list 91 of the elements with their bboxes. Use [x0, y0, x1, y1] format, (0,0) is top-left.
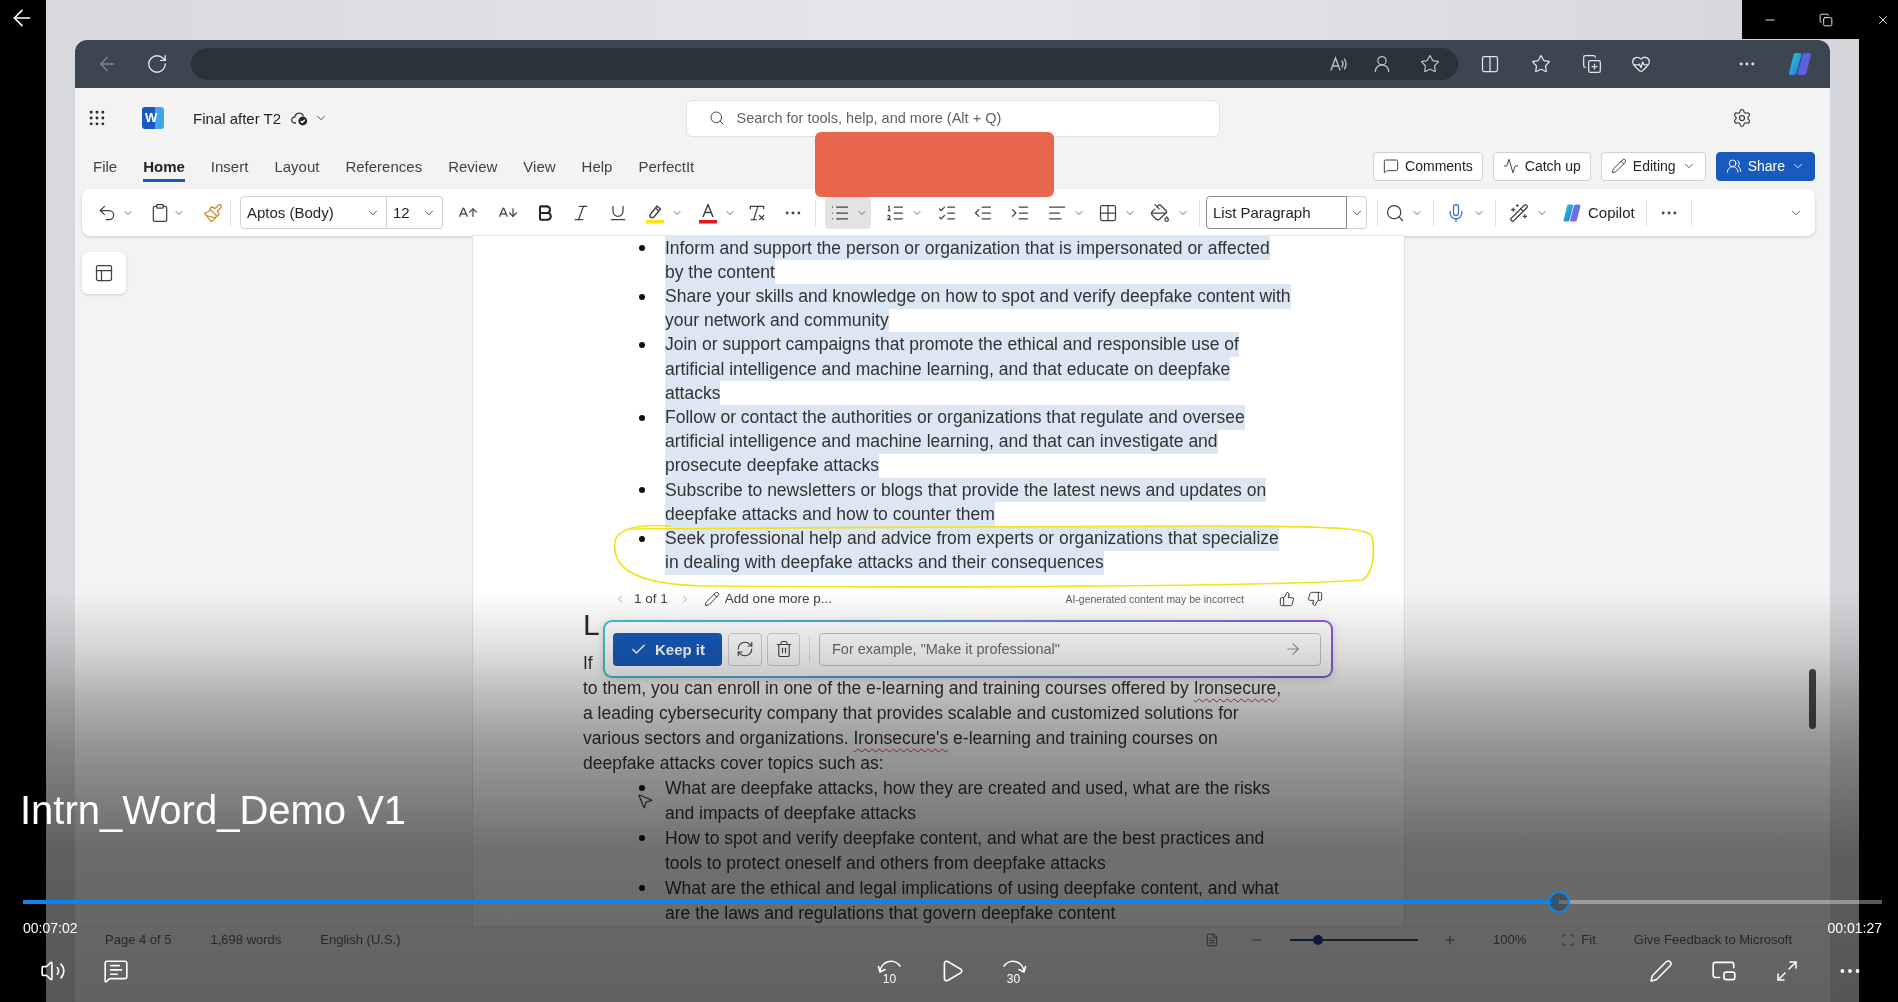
ribbon-tab[interactable]: Home — [143, 150, 185, 182]
cloud-check-icon[interactable] — [291, 110, 309, 126]
trash-icon[interactable] — [774, 640, 793, 658]
prompt-input-field[interactable]: For example, "Make it professional" — [819, 632, 1321, 666]
ribbon-tab[interactable]: View — [523, 150, 556, 182]
list-item-text: Seek professional help and advice from experts or organizations that specialize in dealing with deepfake attacks and their consequences — [665, 526, 1279, 575]
bullet-icon — [639, 535, 645, 542]
paint-bucket-icon[interactable] — [1150, 202, 1170, 223]
settings-icon[interactable] — [1732, 108, 1752, 128]
bullet-icon — [639, 885, 645, 892]
heart-pulse-icon[interactable] — [1631, 54, 1651, 74]
keep-it-button[interactable]: Keep it — [613, 632, 722, 666]
ribbon-tab[interactable]: PerfectIt — [638, 150, 695, 182]
list-item-text: Inform and support the person or organization that is impersonated or affected by the content — [665, 236, 1270, 285]
list-item-text: Follow or contact the authorities or organizations that regulate and oversee artificial intelligence and machine learning, and that can investigate and prosecute deepfake attacks — [665, 405, 1245, 479]
person-icon[interactable] — [1372, 54, 1392, 74]
bullet-icon — [639, 487, 645, 494]
split-screen-icon[interactable] — [1480, 54, 1500, 74]
ribbon-tab[interactable]: Layout — [274, 150, 320, 182]
paragraph-text: to them, you can enroll in one of the e-learning and training courses offered by Ironsecure, a leading cybersecurity company that provides scalable and customized solutions for various sectors and organizations. Ironsecure's e-learning and training courses on deepfake attacks cover topics such as: — [583, 676, 1282, 775]
ribbon-tab[interactable]: Insert — [210, 150, 249, 182]
restore-icon[interactable] — [1819, 12, 1833, 27]
skip-forward-button[interactable]: 30 — [999, 956, 1028, 986]
stacked-squares-plus-icon[interactable] — [1582, 54, 1602, 74]
comments-button[interactable]: Comments — [1373, 151, 1483, 181]
pager-text: 1 of 1 — [634, 591, 668, 607]
editing-button[interactable]: Editing — [1600, 151, 1706, 181]
regenerate-button[interactable] — [728, 632, 762, 666]
fullscreen-icon[interactable] — [1775, 959, 1799, 983]
app-launcher-icon[interactable] — [87, 108, 107, 128]
mouse-pointer-icon — [636, 792, 654, 810]
bullet-icon — [639, 785, 645, 792]
thumbs-up-icon[interactable] — [1279, 590, 1295, 607]
thumbs-down-icon[interactable] — [1307, 590, 1323, 607]
copilot-icon[interactable] — [1562, 202, 1582, 223]
skip-back-button[interactable]: 10 — [875, 956, 904, 986]
bullet-icon — [639, 293, 645, 300]
bullet-icon — [639, 835, 645, 842]
ribbon-tab[interactable]: Help — [581, 150, 613, 182]
ribbon-tab[interactable]: Review — [448, 150, 498, 182]
pen-icon[interactable] — [1649, 959, 1673, 983]
disclaimer-text: AI-generated content may be incorrect — [1065, 592, 1244, 605]
list-item-text: How to spot and verify deepfake content, and what are the best practices and tools to protect oneself and others from deepfake attacks — [665, 826, 1265, 875]
bullet-list-button[interactable] — [825, 196, 871, 229]
star-icon[interactable] — [1420, 54, 1440, 74]
remaining-time-text: 00:01:27 — [1827, 919, 1882, 937]
font-size-select[interactable]: 12 — [387, 196, 443, 229]
bullet-icon — [639, 245, 645, 252]
refresh-icon[interactable] — [146, 53, 168, 75]
speech-bubble-icon[interactable] — [1383, 158, 1400, 174]
paintbrush-icon[interactable] — [203, 202, 223, 223]
delete-button[interactable] — [767, 632, 800, 666]
style-select[interactable]: List Paragraph — [1206, 196, 1347, 229]
progress-thumb[interactable] — [1547, 891, 1570, 913]
add-more-link[interactable]: Add one more p... — [724, 591, 833, 607]
ribbon-tab[interactable]: References — [345, 150, 423, 182]
app-logo[interactable]: W — [142, 107, 164, 129]
list-item-text: What are the ethical and legal implications of using deepfake content, and what are the laws and regulations that govern deepfake content — [665, 876, 1279, 925]
pencil-icon[interactable] — [1610, 158, 1627, 174]
list-item-text: Share your skills and knowledge on how to spot and verify deepfake content with your network and community — [665, 284, 1291, 333]
search-icon — [708, 110, 725, 126]
bullet-icon — [639, 341, 645, 348]
panel-layout-icon[interactable] — [94, 263, 114, 283]
captions-icon[interactable] — [103, 958, 129, 984]
search-field[interactable]: Search for tools, help, and more (Alt + Q) — [685, 99, 1220, 137]
ribbon-tab[interactable]: File — [93, 150, 118, 182]
bullet-icon — [639, 414, 645, 421]
search-icon[interactable] — [1385, 202, 1405, 223]
borders-grid-icon[interactable] — [1098, 202, 1118, 223]
copilot-button[interactable]: Copilot — [1562, 202, 1635, 223]
clipboard-icon[interactable] — [150, 202, 170, 223]
scrollbar-thumb[interactable] — [1809, 669, 1816, 729]
magic-wand-icon[interactable] — [1509, 202, 1529, 223]
zoom-slider-thumb[interactable] — [1313, 934, 1324, 945]
list-item-text: Join or support campaigns that promote the ethical and responsible use of artificial intelligence and machine learning, and that educate on deepfake attacks — [665, 332, 1239, 406]
share-button[interactable]: Share — [1715, 151, 1815, 181]
paragraph-start-text: If — [583, 652, 593, 673]
navigation-pane-button[interactable] — [82, 252, 126, 294]
refresh-icon[interactable] — [736, 640, 754, 658]
logo-icon[interactable] — [1787, 51, 1813, 77]
font-color-icon[interactable] — [698, 201, 718, 224]
list-item-text: What are deepfake attacks, how they are created and used, what are the risks and impacts of deepfake attacks — [665, 776, 1271, 825]
catch-up-button[interactable]: Catch up — [1492, 151, 1591, 181]
pencil-icon[interactable] — [703, 590, 720, 607]
list-item-text: Subscribe to newsletters or blogs that provide the latest news and updates on deepfake attacks and how to counter them — [665, 478, 1267, 527]
arrow-right-icon[interactable] — [1284, 640, 1302, 658]
pulse-line-icon[interactable] — [1502, 158, 1519, 174]
document-title[interactable]: Final after T2 — [193, 109, 282, 127]
font-select[interactable]: Aptos (Body) — [240, 196, 387, 229]
people-icon[interactable] — [1725, 158, 1742, 174]
heading-text: L — [583, 607, 600, 641]
